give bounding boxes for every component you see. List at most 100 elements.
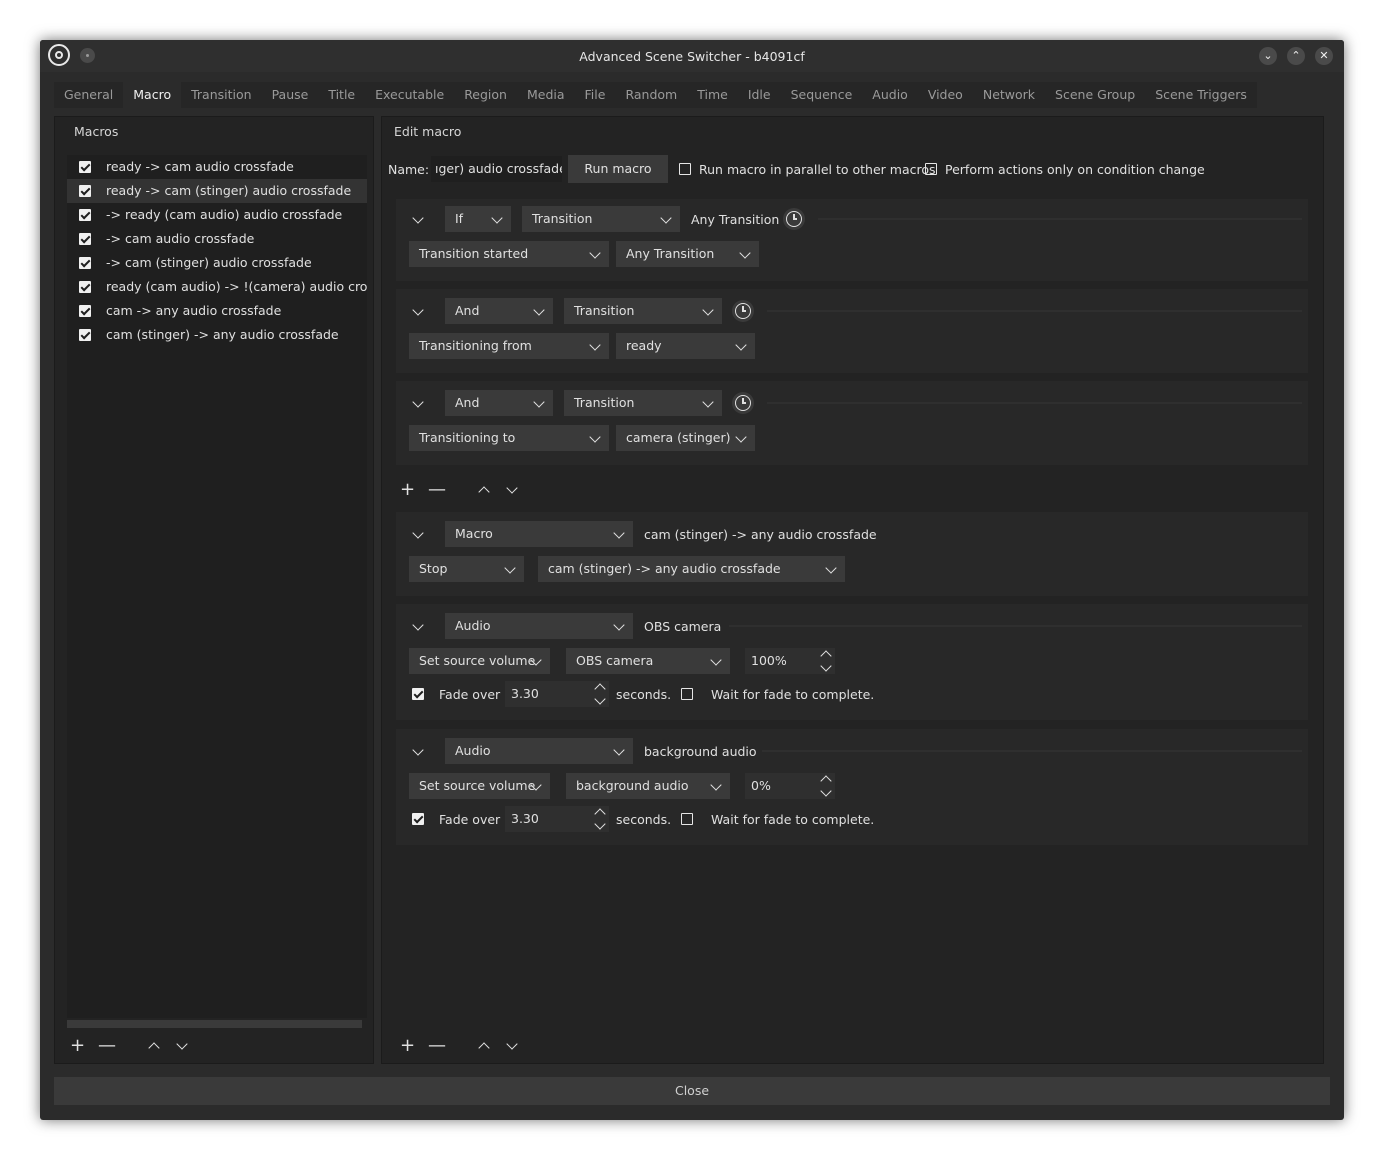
tab-macro[interactable]: Macro bbox=[123, 82, 182, 108]
title-bar: Advanced Scene Switcher - b4091cf ⌄ ⌃ ✕ bbox=[40, 40, 1344, 72]
macro-target-select[interactable]: cam (stinger) -> any audio crossfade bbox=[538, 556, 845, 582]
macro-list[interactable]: ready -> cam audio crossfade ready -> ca… bbox=[67, 155, 367, 1018]
tab-idle[interactable]: Idle bbox=[738, 82, 781, 108]
tab-time[interactable]: Time bbox=[687, 82, 738, 108]
macro-enabled-checkbox[interactable] bbox=[79, 233, 91, 245]
transition-state-select[interactable]: Transition started bbox=[409, 241, 609, 267]
macro-enabled-checkbox[interactable] bbox=[79, 209, 91, 221]
remove-macro-button[interactable]: — bbox=[98, 1037, 116, 1055]
action-type-select[interactable]: Audio bbox=[445, 738, 633, 764]
separator bbox=[729, 625, 1302, 627]
minimize-button[interactable]: ⌄ bbox=[1259, 47, 1277, 65]
logic-select[interactable]: If bbox=[445, 206, 511, 232]
tab-random[interactable]: Random bbox=[615, 82, 687, 108]
fade-checkbox[interactable] bbox=[412, 688, 424, 700]
fade-checkbox[interactable] bbox=[412, 813, 424, 825]
add-macro-button[interactable]: + bbox=[70, 1037, 85, 1055]
volume-spinbox[interactable]: 100% bbox=[745, 648, 835, 674]
list-item[interactable]: -> cam audio crossfade bbox=[67, 227, 367, 251]
condition-type-select[interactable]: Transition bbox=[522, 206, 680, 232]
transition-target-select[interactable]: camera (stinger) bbox=[616, 425, 755, 451]
list-item[interactable]: cam (stinger) -> any audio crossfade bbox=[67, 323, 367, 347]
wait-for-fade-checkbox[interactable] bbox=[681, 688, 693, 700]
transition-target-select[interactable]: Any Transition bbox=[616, 241, 759, 267]
chevron-down-icon bbox=[660, 212, 672, 224]
remove-action-button[interactable]: — bbox=[428, 1037, 446, 1055]
logic-select[interactable]: And bbox=[445, 298, 553, 324]
close-icon: ✕ bbox=[1319, 49, 1329, 62]
condition-change-label: Perform actions only on condition change bbox=[945, 162, 1205, 177]
tab-general[interactable]: General bbox=[54, 82, 123, 108]
list-item[interactable]: ready -> cam (stinger) audio crossfade bbox=[67, 179, 367, 203]
clock-icon bbox=[735, 303, 751, 319]
tab-title[interactable]: Title bbox=[318, 82, 365, 108]
duration-button[interactable] bbox=[783, 208, 805, 230]
volume-spinbox[interactable]: 0% bbox=[745, 773, 835, 799]
tab-executable[interactable]: Executable bbox=[365, 82, 454, 108]
transition-state-select[interactable]: Transitioning to bbox=[409, 425, 609, 451]
macro-enabled-checkbox[interactable] bbox=[79, 185, 91, 197]
tab-audio[interactable]: Audio bbox=[862, 82, 918, 108]
run-parallel-label: Run macro in parallel to other macros bbox=[699, 162, 936, 177]
action-type-select[interactable]: Audio bbox=[445, 613, 633, 639]
tab-pause[interactable]: Pause bbox=[262, 82, 319, 108]
duration-button[interactable] bbox=[732, 392, 754, 414]
transition-state-select[interactable]: Transitioning from bbox=[409, 333, 609, 359]
remove-condition-button[interactable]: — bbox=[428, 481, 446, 499]
list-item[interactable]: -> cam (stinger) audio crossfade bbox=[67, 251, 367, 275]
audio-source-select[interactable]: OBS camera bbox=[566, 648, 730, 674]
list-item[interactable]: -> ready (cam audio) audio crossfade bbox=[67, 203, 367, 227]
audio-action-select[interactable]: Set source volume bbox=[409, 773, 550, 799]
add-action-button[interactable]: + bbox=[400, 1037, 415, 1055]
condition-change-checkbox[interactable] bbox=[925, 163, 937, 175]
list-item[interactable]: ready -> cam audio crossfade bbox=[67, 155, 367, 179]
run-macro-button[interactable]: Run macro bbox=[568, 155, 668, 183]
tab-video[interactable]: Video bbox=[918, 82, 973, 108]
macro-label: -> cam audio crossfade bbox=[106, 231, 255, 246]
chevron-down-icon bbox=[491, 212, 503, 224]
tab-transition[interactable]: Transition bbox=[181, 82, 261, 108]
transition-target-select[interactable]: ready bbox=[616, 333, 755, 359]
wait-for-fade-checkbox[interactable] bbox=[681, 813, 693, 825]
tab-media[interactable]: Media bbox=[517, 82, 575, 108]
macro-enabled-checkbox[interactable] bbox=[79, 305, 91, 317]
macro-enabled-checkbox[interactable] bbox=[79, 329, 91, 341]
separator bbox=[767, 402, 1302, 404]
maximize-button[interactable]: ⌃ bbox=[1287, 47, 1305, 65]
macro-list-scrollbar[interactable] bbox=[67, 1020, 362, 1028]
macro-label: cam (stinger) -> any audio crossfade bbox=[106, 327, 339, 342]
main-window: Advanced Scene Switcher - b4091cf ⌄ ⌃ ✕ … bbox=[40, 40, 1344, 1120]
close-button[interactable]: Close bbox=[54, 1077, 1330, 1105]
chevron-down-icon bbox=[710, 779, 722, 791]
list-item[interactable]: ready (cam audio) -> !(camera) audio cro… bbox=[67, 275, 367, 299]
macro-action-select[interactable]: Stop bbox=[409, 556, 524, 582]
list-item[interactable]: cam -> any audio crossfade bbox=[67, 299, 367, 323]
separator bbox=[818, 218, 1302, 220]
tab-region[interactable]: Region bbox=[454, 82, 517, 108]
audio-action-select[interactable]: Set source volume bbox=[409, 648, 550, 674]
macro-name-input[interactable]: ıger) audio crossfade bbox=[431, 156, 562, 182]
fade-duration-spinbox[interactable]: 3.30 bbox=[505, 806, 609, 832]
duration-button[interactable] bbox=[732, 300, 754, 322]
macro-enabled-checkbox[interactable] bbox=[79, 161, 91, 173]
condition-type-select[interactable]: Transition bbox=[564, 390, 722, 416]
macro-label: -> ready (cam audio) audio crossfade bbox=[106, 207, 343, 222]
action-type-select[interactable]: Macro bbox=[445, 521, 633, 547]
chevron-down-icon: ⌄ bbox=[1263, 49, 1273, 62]
add-condition-button[interactable]: + bbox=[400, 481, 415, 499]
macro-enabled-checkbox[interactable] bbox=[79, 257, 91, 269]
chevron-down-icon bbox=[613, 527, 625, 539]
logic-select[interactable]: And bbox=[445, 390, 553, 416]
tab-scene-triggers[interactable]: Scene Triggers bbox=[1145, 82, 1257, 108]
condition-type-select[interactable]: Transition bbox=[564, 298, 722, 324]
run-parallel-checkbox[interactable] bbox=[679, 163, 691, 175]
tab-sequence[interactable]: Sequence bbox=[781, 82, 863, 108]
tab-scene-group[interactable]: Scene Group bbox=[1045, 82, 1145, 108]
macro-enabled-checkbox[interactable] bbox=[79, 281, 91, 293]
audio-source-select[interactable]: background audio bbox=[566, 773, 730, 799]
close-window-button[interactable]: ✕ bbox=[1315, 47, 1333, 65]
fade-duration-spinbox[interactable]: 3.30 bbox=[505, 681, 609, 707]
chevron-down-icon bbox=[702, 396, 714, 408]
tab-file[interactable]: File bbox=[575, 82, 616, 108]
tab-network[interactable]: Network bbox=[973, 82, 1045, 108]
